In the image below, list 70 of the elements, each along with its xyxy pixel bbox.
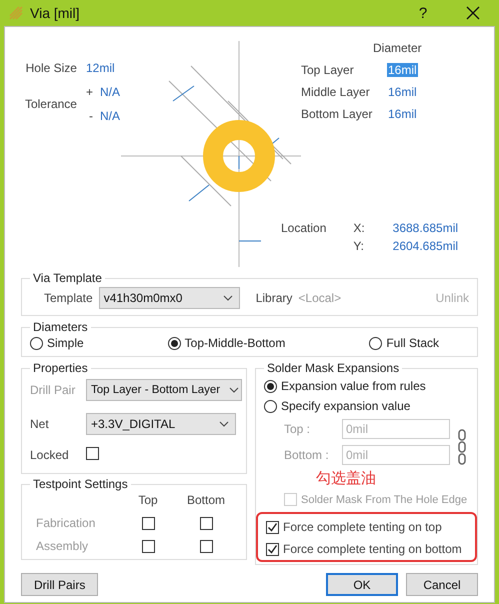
hole-size-value[interactable]: 12mil bbox=[84, 61, 121, 75]
group-title: Diameters bbox=[32, 320, 89, 334]
layer-label: Middle Layer bbox=[301, 85, 371, 99]
net-label: Net bbox=[30, 417, 50, 431]
minus-sign: - bbox=[88, 109, 93, 123]
hole-size-label: Hole Size bbox=[26, 61, 77, 75]
checkbox[interactable] bbox=[142, 540, 154, 552]
radio-button[interactable] bbox=[264, 380, 277, 392]
close-icon bbox=[466, 6, 480, 20]
ok-button[interactable]: OK bbox=[326, 573, 398, 596]
help-button[interactable]: ? bbox=[401, 0, 445, 26]
template-label: Template bbox=[44, 291, 93, 305]
chevron-down-icon bbox=[219, 421, 229, 427]
group-title: Via Template bbox=[32, 271, 103, 285]
plus-sign: + bbox=[84, 85, 93, 99]
via-tool-icon bbox=[8, 5, 24, 21]
radio-button[interactable] bbox=[168, 336, 181, 350]
location-label: Location bbox=[281, 221, 328, 235]
tolerance-minus-value[interactable]: N/A bbox=[98, 109, 121, 123]
checkbox[interactable] bbox=[142, 516, 154, 530]
radio-button[interactable] bbox=[369, 336, 382, 350]
checkbox[interactable] bbox=[266, 520, 279, 534]
dialog-button[interactable]: Cancel bbox=[406, 573, 478, 596]
locked-label: Locked bbox=[30, 448, 70, 462]
testpoint-label: Assembly bbox=[35, 539, 88, 553]
chevron-down-icon bbox=[222, 295, 233, 301]
testpoint-label: Fabrication bbox=[35, 516, 96, 530]
hole-edge-label: Solder Mask From The Hole Edge bbox=[301, 494, 468, 506]
checkbox[interactable] bbox=[200, 540, 212, 552]
group-title: Testpoint Settings bbox=[32, 477, 129, 491]
checkbox[interactable] bbox=[200, 516, 212, 530]
tenting-label: Force complete tenting on bottom bbox=[283, 542, 462, 556]
x-label: X: bbox=[353, 221, 366, 235]
chevron-down-icon bbox=[229, 387, 239, 393]
net-dropdown[interactable]: +3.3V_DIGITAL bbox=[86, 413, 236, 435]
y-label: Y: bbox=[353, 239, 366, 253]
window-title: Via [mil] bbox=[30, 5, 81, 21]
layer-label: Top Layer bbox=[301, 63, 355, 77]
radio-button[interactable] bbox=[264, 400, 277, 412]
group-title: Solder Mask Expansions bbox=[266, 361, 400, 375]
layer-label: Bottom Layer bbox=[301, 107, 374, 121]
radio-option[interactable]: Top-Middle-Bottom bbox=[168, 336, 286, 350]
radio-option[interactable]: Full Stack bbox=[369, 336, 439, 350]
column-header: Bottom bbox=[186, 493, 225, 507]
tolerance-label: Tolerance bbox=[24, 97, 77, 111]
radio-option[interactable]: Specify expansion value bbox=[264, 399, 469, 413]
dialog-button[interactable]: Drill Pairs bbox=[21, 573, 98, 596]
chain-link-icon bbox=[458, 429, 466, 465]
checkbox[interactable] bbox=[266, 542, 279, 556]
template-dropdown[interactable]: v41h30m0mx0 bbox=[98, 287, 240, 309]
y-value[interactable]: 2604.685mil bbox=[392, 239, 478, 253]
x-value[interactable]: 3688.685mil bbox=[392, 221, 478, 235]
group-title: Properties bbox=[32, 361, 89, 375]
bottom-label: Bottom : bbox=[284, 448, 330, 462]
radio-button[interactable] bbox=[30, 336, 43, 350]
tolerance-plus-value[interactable]: N/A bbox=[98, 85, 121, 99]
library-label: Library bbox=[256, 291, 292, 305]
drill-pair-label: Drill Pair bbox=[30, 383, 76, 397]
diameter-value[interactable]: 16mil bbox=[387, 85, 418, 99]
library-value: <Local> bbox=[298, 291, 342, 305]
radio-option[interactable]: Expansion value from rules bbox=[264, 379, 469, 393]
column-header: Top bbox=[138, 493, 158, 507]
diameter-value[interactable]: 16mil bbox=[387, 107, 418, 121]
radio-option[interactable]: Simple bbox=[30, 336, 84, 350]
annotation-text: 勾选盖油 bbox=[316, 471, 377, 487]
checkbox[interactable] bbox=[86, 447, 99, 460]
top-label: Top : bbox=[284, 422, 312, 436]
diameter-heading: Diameter bbox=[373, 41, 423, 55]
drill-pair-dropdown[interactable]: Top Layer - Bottom Layer bbox=[86, 379, 242, 401]
tenting-label: Force complete tenting on top bbox=[283, 520, 442, 534]
